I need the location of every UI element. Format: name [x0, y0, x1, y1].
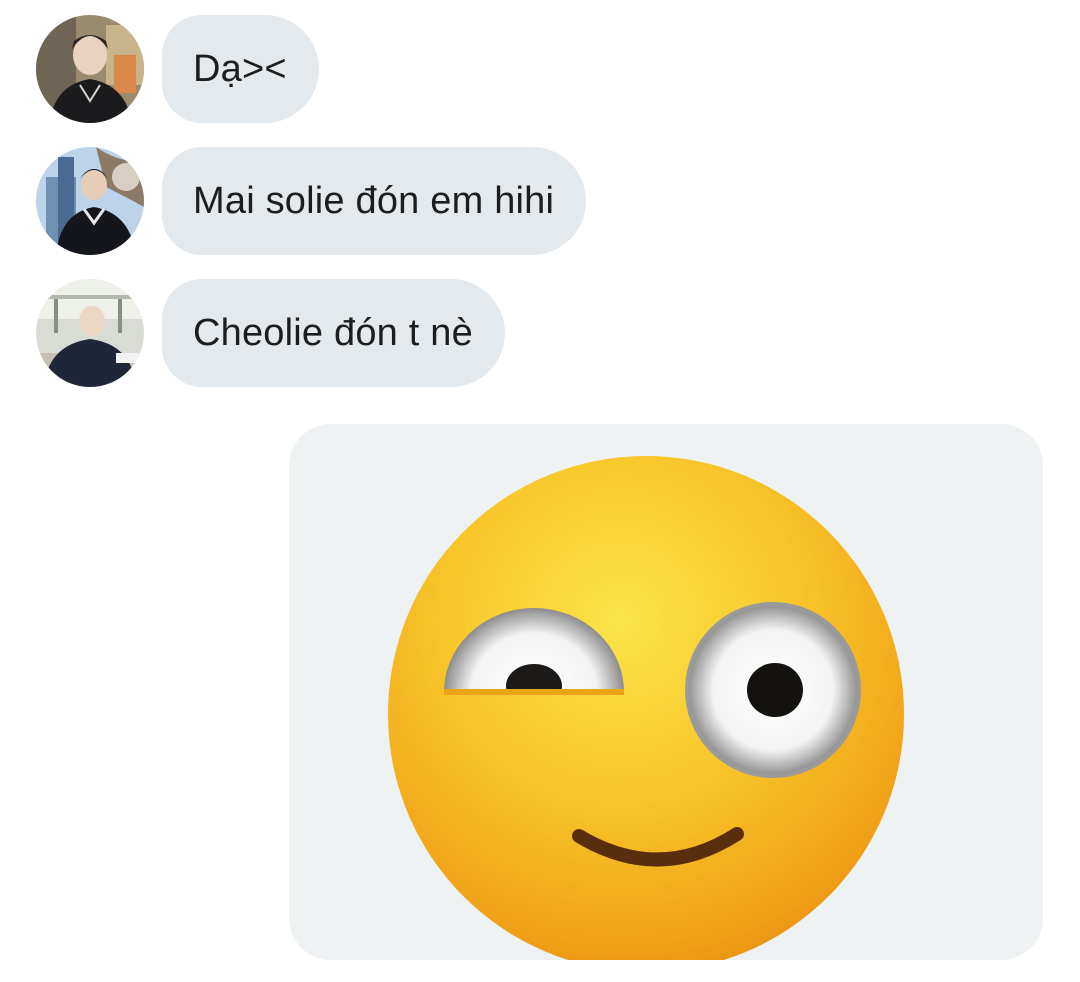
message-row: Mai solie đón em hihi: [36, 147, 587, 255]
message-bubble[interactable]: Mai solie đón em hihi: [162, 147, 587, 255]
sticker-message[interactable]: [289, 424, 1043, 960]
message-row: Cheolie đón t nè: [36, 279, 505, 387]
avatar-photo-icon: [36, 15, 144, 123]
avatar-photo-icon: [36, 147, 144, 255]
avatar-photo-icon: [36, 279, 144, 387]
user-avatar[interactable]: [36, 147, 144, 255]
message-bubble[interactable]: Dạ><: [162, 15, 319, 123]
smirking-emoji-sticker-icon: [289, 424, 1043, 960]
message-row: Dạ><: [36, 15, 319, 123]
message-bubble[interactable]: Cheolie đón t nè: [162, 279, 505, 387]
user-avatar[interactable]: [36, 279, 144, 387]
user-avatar[interactable]: [36, 15, 144, 123]
